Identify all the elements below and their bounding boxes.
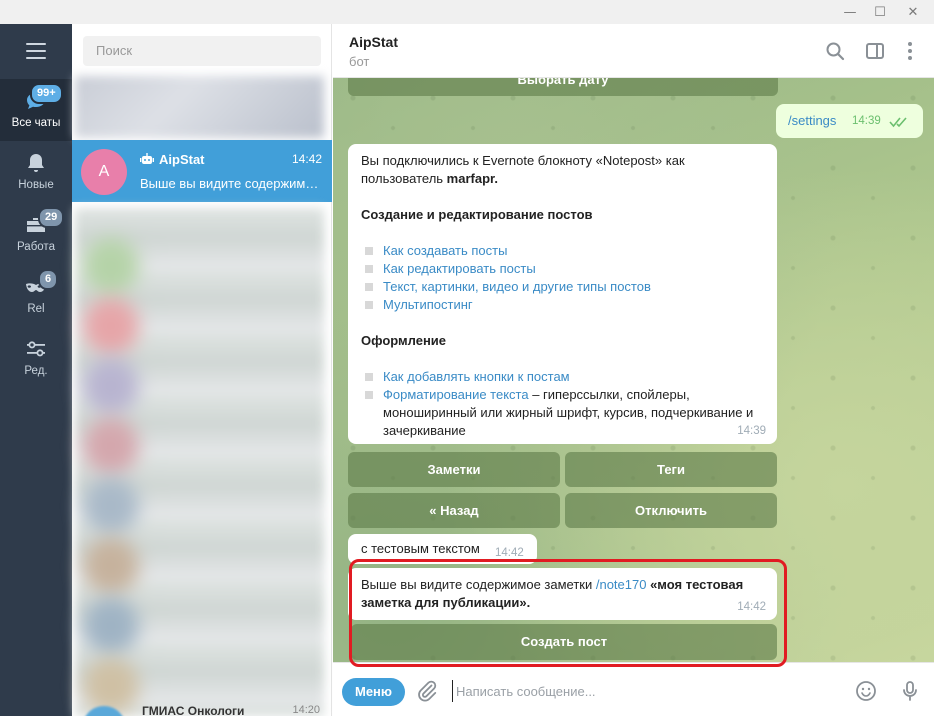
help-link[interactable]: Мультипостинг — [383, 297, 473, 312]
minimize-icon: — — [843, 4, 857, 20]
search-input[interactable]: Поиск — [83, 36, 321, 66]
help-link[interactable]: Как добавлять кнопки к постам — [383, 369, 570, 384]
keyboard-button-back[interactable]: « Назад — [348, 493, 560, 528]
chat-subtitle: бот — [349, 54, 370, 69]
chat-time: 14:42 — [291, 152, 322, 166]
bot-menu-button[interactable]: Меню — [342, 678, 405, 706]
help-link[interactable]: Текст, картинки, видео и другие типы пос… — [383, 279, 651, 294]
folder-label: Все чаты — [11, 117, 61, 129]
maximize-icon: ☐ — [874, 4, 886, 20]
chat-name: ГМИАС Онкологи — [142, 704, 245, 716]
avatar — [82, 706, 126, 716]
list-item: Как редактировать посты — [361, 260, 764, 278]
folder-label: Новые — [18, 179, 54, 191]
avatar: A — [81, 149, 127, 195]
chat-title: AipStat — [349, 34, 398, 50]
message-command[interactable]: /settings — [788, 113, 836, 128]
maximize-button[interactable]: ☐ — [865, 0, 895, 24]
minimize-button[interactable]: — — [835, 0, 865, 24]
folder-work[interactable]: 29 Работа — [0, 203, 72, 265]
emoji-icon[interactable] — [854, 679, 878, 703]
sliders-icon — [27, 341, 45, 357]
folder-all-chats[interactable]: 99+ Все чаты — [0, 79, 72, 141]
chat-header[interactable]: AipStat бот — [333, 24, 934, 78]
help-link[interactable]: Как редактировать посты — [383, 261, 536, 276]
close-icon: ✕ — [907, 4, 919, 20]
close-button[interactable]: ✕ — [898, 0, 928, 24]
section-title: Оформление — [361, 333, 447, 348]
list-item: Мультипостинг — [361, 296, 764, 314]
bot-message-info: Вы подключились к Evernote блокноту «Not… — [348, 144, 777, 444]
section-title: Создание и редактирование постов — [361, 207, 593, 222]
chat-list: Поиск A AipStat 14:42 Выше вы видите сод… — [72, 24, 332, 716]
window-titlebar: — ☐ ✕ — [0, 0, 934, 24]
message-input[interactable] — [452, 680, 832, 702]
chat-item-partial[interactable]: ГМИАС Онкологи 14:20 — [72, 704, 332, 716]
read-checkmarks-icon — [889, 117, 907, 128]
highlight-frame — [349, 559, 787, 667]
keyboard-button-notes[interactable]: Заметки — [348, 452, 560, 487]
attach-icon[interactable] — [415, 679, 439, 703]
folder-edit[interactable]: Ред. — [0, 327, 72, 389]
blurred-chat — [75, 76, 324, 138]
sidebar-toggle-icon[interactable] — [863, 39, 887, 63]
keyboard-button-tags[interactable]: Теги — [565, 452, 777, 487]
more-icon[interactable] — [898, 39, 922, 63]
help-link[interactable]: Форматирование текста — [383, 387, 529, 402]
message-intro: Вы подключились к Evernote блокноту «Not… — [361, 153, 685, 186]
chat-preview: Выше вы видите содержимое заметки /note1… — [140, 176, 324, 191]
keyboard-button-pick-date[interactable]: Выбрать дату — [348, 78, 778, 96]
list-item: Как добавлять кнопки к постам — [361, 368, 764, 386]
chat-item-aipstat[interactable]: A AipStat 14:42 Выше вы видите содержимо… — [72, 140, 332, 202]
chat-time: 14:20 — [292, 704, 320, 716]
folder-label: Работа — [17, 241, 55, 253]
blurred-chat-list — [75, 208, 324, 716]
message-composer: Меню — [333, 662, 934, 716]
folder-rail: 99+ Все чаты Новые 29 Работа 6 Rel Ред. — [0, 24, 72, 716]
search-icon[interactable] — [823, 39, 847, 63]
message-time: 14:39 — [852, 115, 881, 127]
chat-name: AipStat — [140, 152, 205, 167]
help-link[interactable]: Как создавать посты — [383, 243, 507, 258]
bell-icon — [28, 154, 44, 172]
outgoing-message: /settings 14:39 — [776, 104, 923, 138]
folder-rel[interactable]: 6 Rel — [0, 265, 72, 327]
bot-icon — [140, 153, 154, 164]
folder-label: Rel — [27, 303, 45, 315]
folder-badge: 6 — [38, 269, 59, 290]
folder-new[interactable]: Новые — [0, 141, 72, 203]
message-text: с тестовым текстом — [361, 541, 480, 556]
menu-icon[interactable] — [26, 43, 46, 59]
message-time: 14:39 — [737, 425, 766, 437]
folder-badge: 29 — [38, 207, 65, 228]
folder-badge: 99+ — [30, 83, 63, 104]
list-item: Текст, картинки, видео и другие типы пос… — [361, 278, 764, 296]
keyboard-button-disconnect[interactable]: Отключить — [565, 493, 777, 528]
list-item: Форматирование текста – гиперссылки, спо… — [361, 386, 764, 440]
list-item: Как создавать посты — [361, 242, 764, 260]
microphone-icon[interactable] — [898, 679, 922, 703]
folder-label: Ред. — [24, 365, 48, 377]
